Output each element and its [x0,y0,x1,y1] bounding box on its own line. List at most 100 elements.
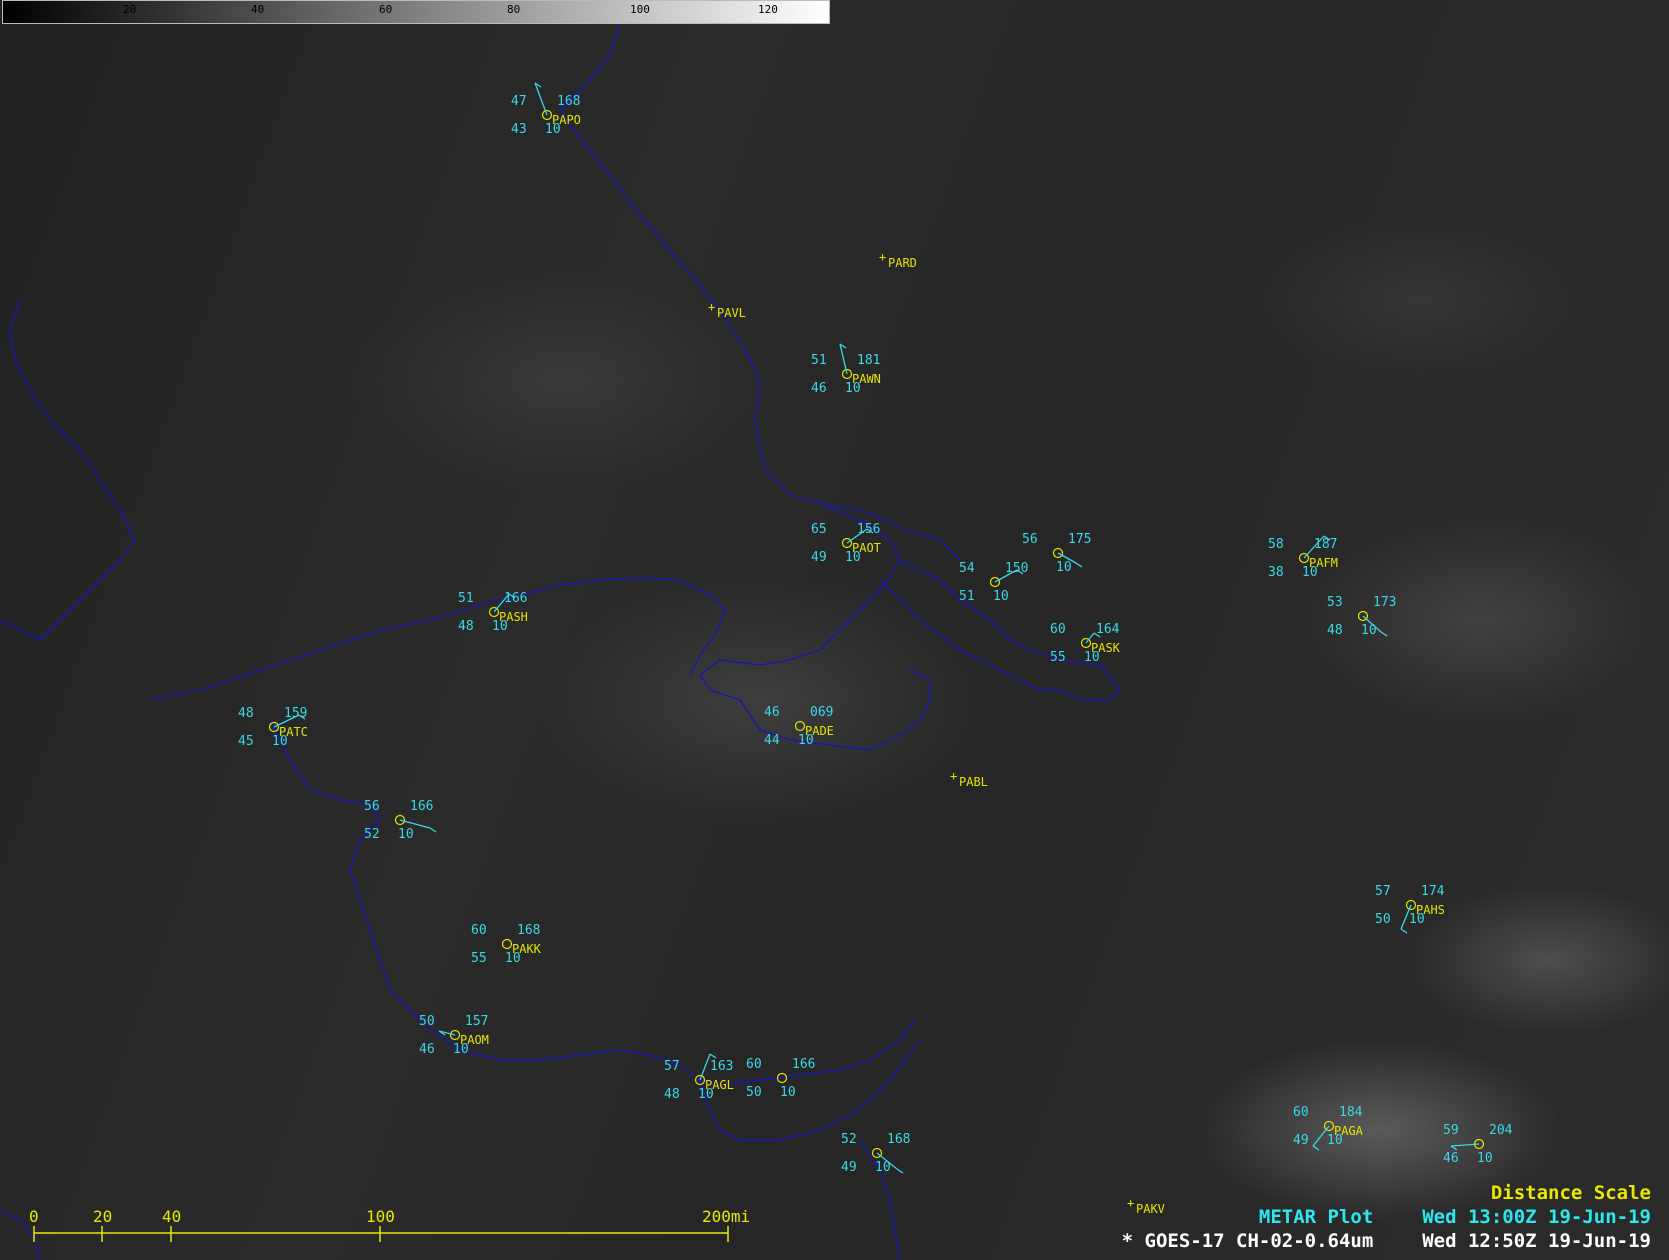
pressure-value: 159 [284,706,307,721]
map-overlay: PAPO47 16843 10+ PARD+ PAVLPAWN51 18146 10PAOT… [0,24,1513,1260]
visibility-value: 10 [545,122,561,137]
dewpoint-value: 49 [841,1160,857,1175]
wind-barb-flag [709,1053,717,1059]
colorbar-tick: 100 [630,3,650,16]
visibility-value: 10 [1084,650,1100,665]
visibility-value: 10 [1302,565,1318,580]
wind-barb [699,1053,711,1081]
wind-barb-flag [1400,928,1408,934]
metar-legend-row: METAR Plot Wed 13:00Z 19-Jun-19 [1259,1206,1651,1228]
wind-barb-flag [429,827,437,833]
satellite-legend-row: * GOES-17 CH-02-0.64um Wed 12:50Z 19-Jun… [1122,1230,1651,1252]
wind-barb-flag [1450,1145,1458,1151]
dewpoint-value: 48 [1327,623,1343,638]
metar-plot-label: METAR Plot [1258,1206,1374,1228]
dewpoint-value: 55 [471,951,487,966]
station-circle [794,720,806,732]
colorbar-tick: 80 [507,3,521,16]
pressure-value: 175 [1068,532,1091,547]
visibility-value: 10 [698,1087,714,1102]
scale-label-0: 0 [29,1207,39,1226]
pressure-value: 163 [710,1059,733,1074]
scale-label-20: 20 [93,1207,112,1226]
pressure-value: 173 [1373,595,1396,610]
dewpoint-value: 45 [238,734,254,749]
wind-barb [839,343,848,375]
dewpoint-value: 46 [419,1042,435,1057]
colorbar-tick: 60 [379,3,393,16]
pressure-value: 150 [1005,561,1028,576]
station-id-pavl: PAVL [717,306,746,320]
distance-scale-title: Distance Scale [1490,1182,1651,1204]
wind-barb-flag [1312,1145,1320,1151]
dewpoint-value: 48 [664,1087,680,1102]
pressure-value: 181 [857,353,880,368]
station-id-pabl: PABL [959,775,988,789]
scale-label-40: 40 [162,1207,181,1226]
wind-barb [534,82,548,116]
dewpoint-value: 50 [1375,912,1391,927]
dewpoint-value: 49 [811,550,827,565]
visibility-value: 10 [1361,623,1377,638]
station-plus-icon: + [1127,1196,1134,1210]
pressure-value: 166 [410,799,433,814]
scale-label-100: 100 [366,1207,395,1226]
visibility-value: 10 [492,619,508,634]
pressure-value: 168 [887,1132,910,1147]
pressure-value: 184 [1339,1105,1363,1120]
visibility-value: 10 [272,734,288,749]
dewpoint-value: 50 [746,1085,762,1100]
pressure-value: 166 [792,1057,815,1072]
satellite-time: Wed 12:50Z 19-Jun-19 [1422,1230,1651,1252]
dewpoint-value: 44 [764,733,780,748]
pressure-value: 166 [504,591,527,606]
visibility-value: 10 [798,733,814,748]
visibility-value: 10 [453,1042,469,1057]
temperature-value: 53 [1327,595,1343,610]
coastlines [0,24,1121,1260]
pressure-value: 168 [557,94,580,109]
dewpoint-value: 52 [364,827,380,842]
pressure-value: 204 [1489,1123,1513,1138]
metar-stations: PAPO47 16843 10+ PARD+ PAVLPAWN51 18146 10PAOT… [238,82,1513,1216]
temperature-value: 57 [1375,884,1391,899]
brightness-colorbar: 20 40 60 80 100 120 [2,0,830,24]
temperature-value: 60 [471,923,487,938]
temperature-value: 60 [746,1057,762,1072]
temperature-value: 57 [664,1059,680,1074]
metar-time: Wed 13:00Z 19-Jun-19 [1422,1206,1651,1228]
pressure-value: 168 [517,923,540,938]
colorbar-tick: 40 [251,3,265,16]
pressure-value: 156 [857,522,880,537]
visibility-value: 10 [1327,1133,1343,1148]
visibility-value: 10 [780,1085,796,1100]
pressure-value: 174 [1421,884,1445,899]
dewpoint-value: 38 [1268,565,1284,580]
wind-barb-flag [1380,631,1388,637]
visibility-value: 10 [1477,1151,1493,1166]
wind-barb-flag [1075,562,1083,568]
pressure-value: 069 [810,705,833,720]
visibility-value: 10 [398,827,414,842]
dewpoint-value: 46 [1443,1151,1459,1166]
pressure-value: 164 [1096,622,1120,637]
wind-barb-flag [896,1168,904,1174]
temperature-value: 46 [764,705,780,720]
temperature-value: 54 [959,561,975,576]
visibility-value: 10 [845,381,861,396]
dewpoint-value: 55 [1050,650,1066,665]
scale-label-200mi: 200mi [702,1207,750,1226]
dewpoint-value: 46 [811,381,827,396]
distance-scale-bar: 0 20 40 100 200mi [29,1207,750,1242]
station-circle [501,938,513,950]
dewpoint-value: 43 [511,122,527,137]
station-plus-icon: + [879,250,886,264]
temperature-value: 60 [1293,1105,1309,1120]
temperature-value: 56 [1022,532,1038,547]
station-id-pard: PARD [888,256,917,270]
visibility-value: 10 [505,951,521,966]
satellite-map: PAPO 47 168 43 10 + PARD + PAVL PAWN 51 181 46 10 PAOT… [0,0,1669,1260]
dewpoint-value: 49 [1293,1133,1309,1148]
station-plus-icon: + [950,769,957,783]
temperature-value: 52 [841,1132,857,1147]
